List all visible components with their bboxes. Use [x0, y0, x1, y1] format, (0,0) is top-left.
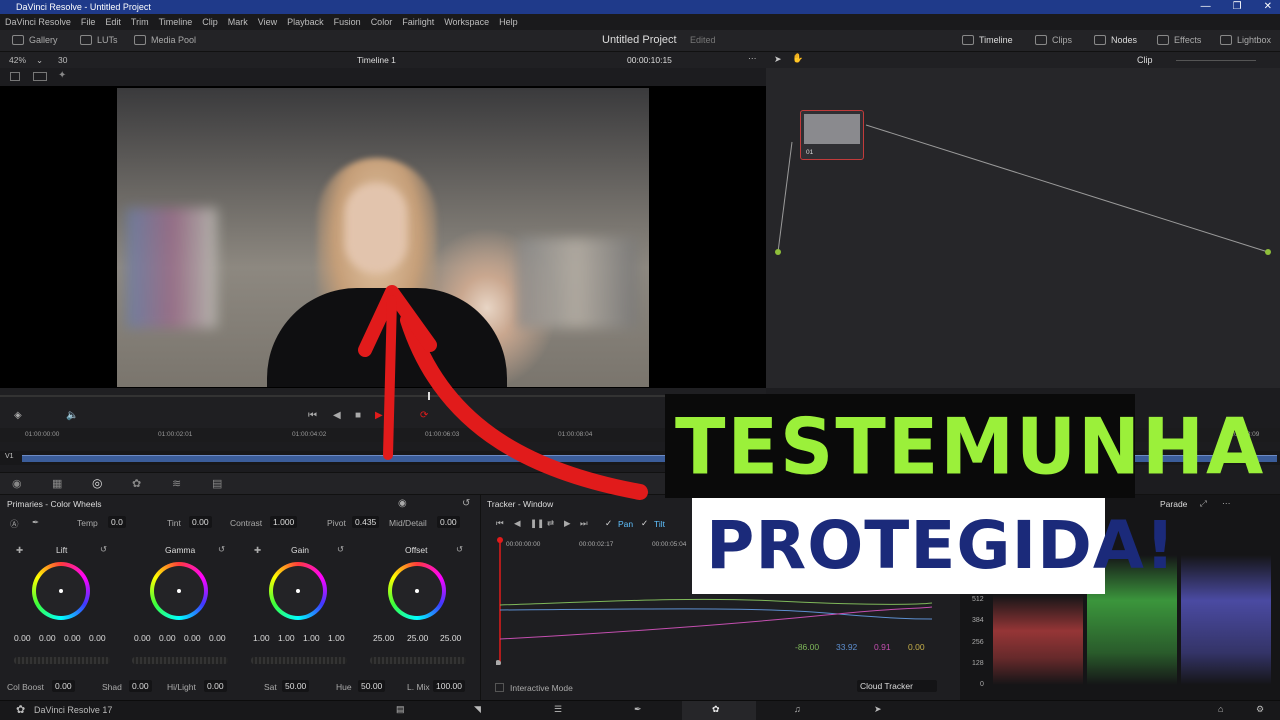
overlay-text-bottom: PROTEGIDA!: [706, 507, 1177, 584]
overlay-banner-bottom: PROTEGIDA!: [692, 498, 1175, 594]
red-arrow-overlay: [358, 285, 648, 500]
overlay-banner-top: TESTEMUNHA: [665, 394, 1263, 498]
overlay-text-top: TESTEMUNHA: [675, 401, 1266, 493]
